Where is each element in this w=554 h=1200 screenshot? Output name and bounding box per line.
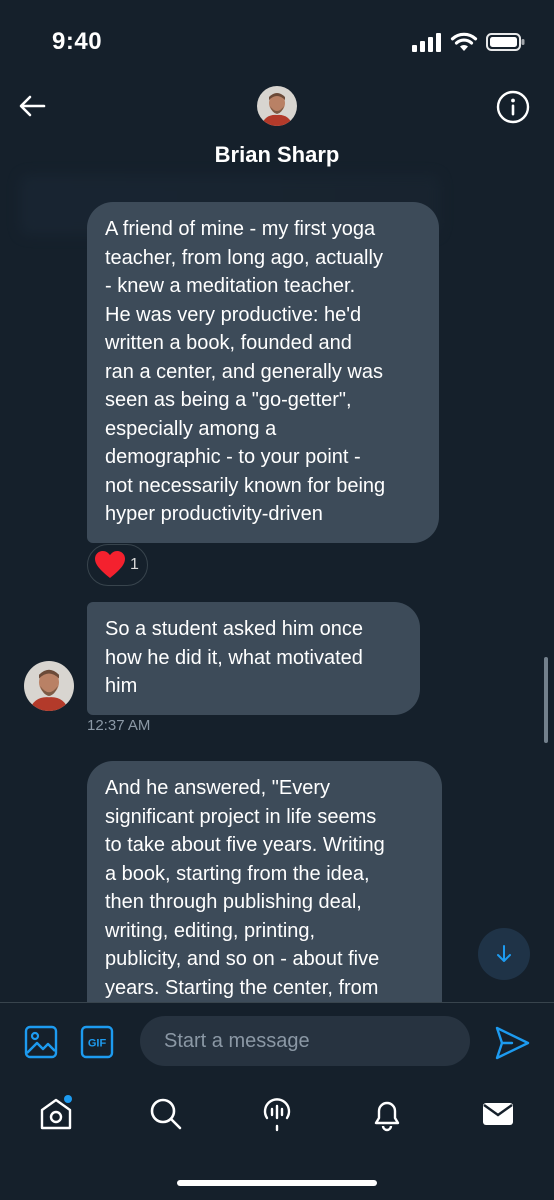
tab-notifications[interactable] (365, 1092, 409, 1136)
spaces-icon (263, 1098, 291, 1132)
arrow-down-icon (497, 945, 511, 962)
avatar-image (257, 86, 297, 126)
back-button[interactable] (14, 88, 50, 124)
contact-name[interactable]: Brian Sharp (0, 142, 554, 168)
reaction-count: 1 (130, 556, 139, 573)
tab-search[interactable] (144, 1092, 188, 1136)
conversation-header: Brian Sharp (0, 80, 554, 235)
notifications-icon (374, 1101, 400, 1132)
gif-button[interactable]: GIF (80, 1025, 114, 1059)
image-icon (24, 1025, 58, 1059)
send-button[interactable] (492, 1023, 532, 1063)
send-icon (495, 1026, 530, 1060)
signal-icon (412, 33, 441, 52)
battery-icon (486, 33, 525, 51)
message-bubble[interactable]: A friend of mine - my first yoga teacher… (87, 202, 439, 543)
reaction-badge[interactable]: 1 (87, 544, 148, 586)
tab-home[interactable] (34, 1092, 78, 1136)
scroll-to-bottom-button[interactable] (478, 928, 530, 980)
tab-messages[interactable] (476, 1092, 520, 1136)
tab-spaces[interactable] (255, 1092, 299, 1136)
message-timestamp: 12:37 AM (87, 717, 151, 734)
heart-icon (95, 551, 125, 578)
scrollbar[interactable] (544, 657, 548, 743)
wifi-icon (450, 32, 478, 51)
message-composer: GIF (0, 1002, 554, 1080)
message-text: A friend of mine - my first yoga teacher… (105, 218, 386, 525)
message-text: So a student asked him once how he did i… (105, 618, 363, 697)
messages-icon (483, 1103, 513, 1125)
home-icon (40, 1095, 72, 1130)
message-bubble[interactable]: And he answered, "Every significant proj… (87, 761, 442, 1041)
status-time: 9:40 (52, 28, 103, 55)
info-icon (496, 90, 530, 124)
arrow-left-icon (19, 95, 46, 117)
media-button[interactable] (24, 1025, 58, 1059)
search-icon (150, 1098, 182, 1130)
message-bubble[interactable]: So a student asked him once how he did i… (87, 602, 420, 715)
gif-label: GIF (88, 1038, 107, 1050)
avatar-image (24, 661, 74, 711)
header-avatar[interactable] (257, 86, 297, 126)
gif-icon: GIF (80, 1025, 114, 1059)
home-indicator[interactable] (177, 1180, 377, 1186)
info-button[interactable] (496, 90, 530, 124)
message-text: And he answered, "Every significant proj… (105, 777, 385, 999)
message-input[interactable] (140, 1016, 470, 1066)
sender-avatar[interactable] (24, 661, 74, 711)
status-icons (412, 32, 526, 52)
status-bar: 9:40 (0, 0, 554, 80)
